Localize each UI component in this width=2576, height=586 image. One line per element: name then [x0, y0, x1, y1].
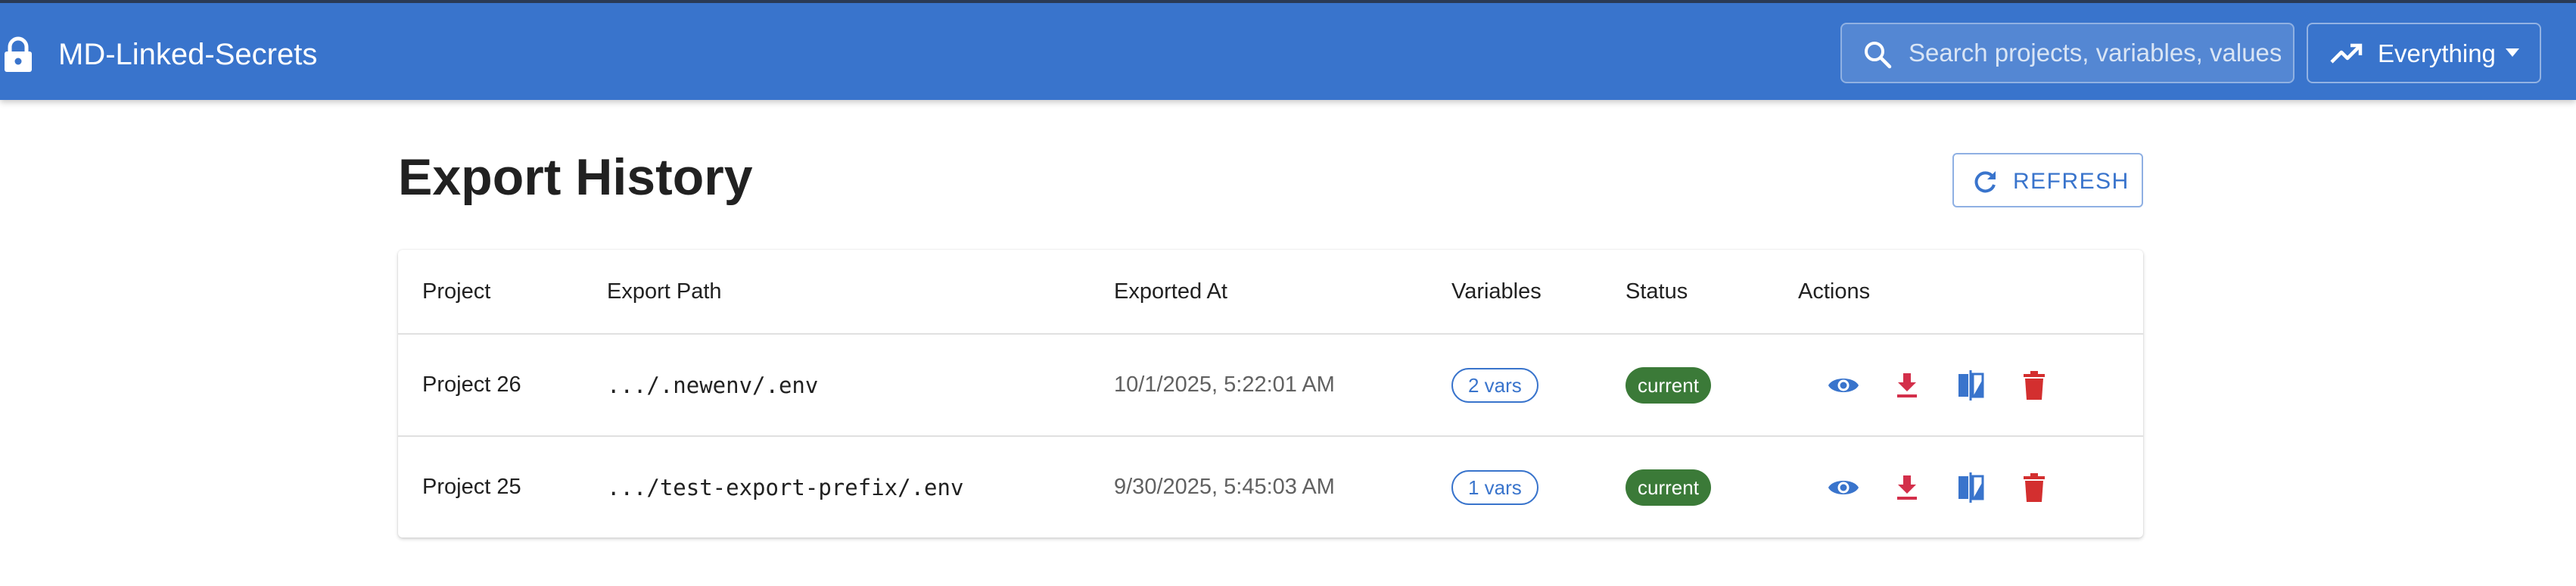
view-button[interactable] [1821, 363, 1866, 408]
app-bar: MD-Linked-Secrets Everything [0, 0, 2576, 100]
download-icon [1897, 372, 1917, 397]
delete-icon [2024, 370, 2045, 400]
chevron-down-icon [2506, 48, 2519, 57]
view-icon [1828, 480, 1859, 494]
column-header-status: Status [1626, 279, 1688, 304]
column-header-variables: Variables [1451, 279, 1542, 304]
column-header-exported-at: Exported At [1114, 279, 1227, 304]
status-cell: current [1626, 437, 1711, 538]
export-path-cell: .../.newenv/.env [607, 372, 819, 398]
download-button[interactable] [1884, 465, 1930, 510]
refresh-button[interactable]: REFRESH [1952, 153, 2143, 207]
download-icon [1897, 475, 1917, 500]
table-row: Project 25 .../test-export-prefix/.env 9… [398, 437, 2143, 538]
compare-button[interactable] [1948, 465, 1993, 510]
status-badge: current [1626, 366, 1711, 404]
project-cell: Project 26 [422, 372, 521, 397]
table-header-row: Project Export Path Exported At Variable… [398, 250, 2143, 335]
status-badge: current [1626, 469, 1711, 506]
mode-select-label: Everything [2378, 39, 2496, 67]
app-title: MD-Linked-Secrets [58, 38, 318, 71]
page-title: Export History [398, 148, 753, 206]
mode-select-button[interactable]: Everything [2307, 23, 2541, 83]
column-header-project: Project [422, 279, 491, 304]
export-history-table: Project Export Path Exported At Variable… [398, 250, 2143, 538]
variables-cell: 1 vars [1451, 437, 1538, 538]
view-button[interactable] [1821, 465, 1866, 510]
trending-up-icon [2330, 43, 2363, 64]
column-header-actions: Actions [1798, 279, 1871, 304]
exported-at-cell: 10/1/2025, 5:22:01 AM [1114, 372, 1335, 397]
variables-count-chip[interactable]: 2 vars [1451, 367, 1538, 403]
compare-icon [1958, 472, 1984, 503]
refresh-label: REFRESH [2013, 169, 2130, 194]
compare-icon [1958, 369, 1984, 401]
search-input[interactable] [1907, 32, 2282, 74]
compare-button[interactable] [1948, 363, 1993, 408]
exported-at-cell: 9/30/2025, 5:45:03 AM [1114, 475, 1335, 499]
download-button[interactable] [1884, 363, 1930, 408]
table-row: Project 26 .../.newenv/.env 10/1/2025, 5… [398, 335, 2143, 437]
lock-icon [5, 36, 32, 72]
search-box[interactable] [1840, 23, 2294, 83]
delete-icon [2024, 472, 2045, 502]
search-icon [1865, 42, 1892, 69]
export-path-cell: .../test-export-prefix/.env [607, 474, 964, 500]
refresh-icon [1974, 171, 1996, 193]
view-icon [1828, 378, 1859, 392]
column-header-export-path: Export Path [607, 279, 722, 304]
delete-button[interactable] [2011, 363, 2057, 408]
project-cell: Project 25 [422, 475, 521, 499]
delete-button[interactable] [2011, 465, 2057, 510]
status-cell: current [1626, 335, 1711, 435]
variables-cell: 2 vars [1451, 335, 1538, 435]
variables-count-chip[interactable]: 1 vars [1451, 469, 1538, 505]
